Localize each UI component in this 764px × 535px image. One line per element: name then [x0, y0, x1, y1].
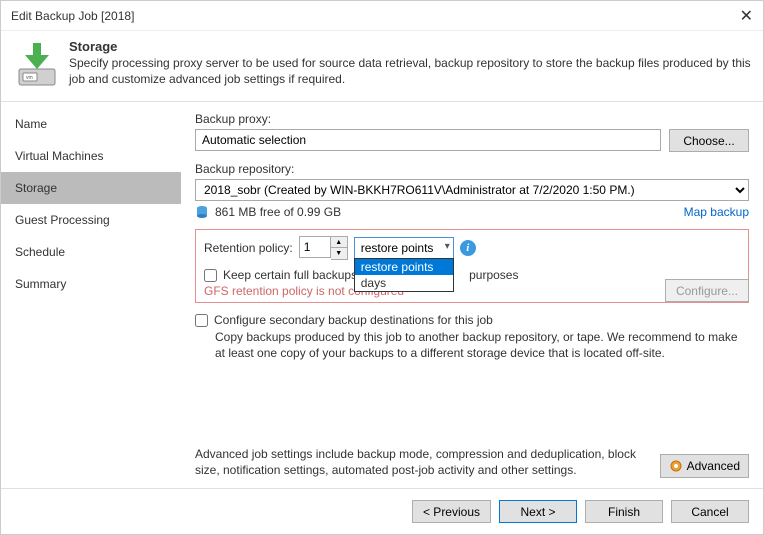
retention-down-button[interactable]: ▼ [331, 248, 347, 259]
retention-up-button[interactable]: ▲ [331, 237, 347, 248]
gear-icon [669, 459, 683, 473]
edit-backup-job-window: Edit Backup Job [2018] ✕ vm Storage Spec… [0, 0, 764, 535]
secondary-destinations-label: Configure secondary backup destinations … [214, 313, 493, 327]
sidebar-item-guest-processing[interactable]: Guest Processing [1, 204, 181, 236]
retention-unit-dropdown: restore points days [354, 258, 454, 292]
header-title: Storage [69, 39, 751, 54]
titlebar: Edit Backup Job [2018] ✕ [1, 1, 763, 31]
header: vm Storage Specify processing proxy serv… [1, 31, 763, 102]
retention-value-input[interactable] [299, 236, 331, 258]
keep-full-backups-checkbox[interactable] [204, 269, 217, 282]
header-desc: Specify processing proxy server to be us… [69, 56, 751, 87]
retention-label: Retention policy: [204, 241, 293, 255]
window-title: Edit Backup Job [2018] [11, 9, 134, 23]
svg-text:vm: vm [26, 75, 33, 81]
sidebar-item-virtual-machines[interactable]: Virtual Machines [1, 140, 181, 172]
header-text: Storage Specify processing proxy server … [69, 39, 751, 89]
sidebar-item-storage[interactable]: Storage [1, 172, 181, 204]
storage-icon: vm [13, 41, 61, 89]
backup-proxy-input[interactable] [195, 129, 661, 151]
sidebar-item-summary[interactable]: Summary [1, 268, 181, 300]
keep-full-backups-label-a: Keep certain full backups [223, 268, 357, 282]
sidebar: Name Virtual Machines Storage Guest Proc… [1, 102, 181, 488]
backup-repo-label: Backup repository: [195, 162, 749, 176]
info-icon[interactable]: i [460, 240, 476, 256]
finish-button[interactable]: Finish [585, 500, 663, 523]
cancel-button[interactable]: Cancel [671, 500, 749, 523]
body: Name Virtual Machines Storage Guest Proc… [1, 102, 763, 488]
previous-button[interactable]: < Previous [412, 500, 491, 523]
sidebar-item-name[interactable]: Name [1, 108, 181, 140]
retention-unit-combo[interactable] [354, 237, 454, 259]
free-space-text: 861 MB free of 0.99 GB [215, 205, 341, 219]
retention-spinner[interactable]: ▲ ▼ [299, 236, 348, 260]
backup-repo-select[interactable]: 2018_sobr (Created by WIN-BKKH7RO611V\Ad… [195, 179, 749, 201]
keep-full-backups-label-b: purposes [469, 268, 518, 282]
map-backup-link[interactable]: Map backup [684, 205, 749, 219]
backup-proxy-label: Backup proxy: [195, 112, 749, 126]
retention-option-days[interactable]: days [355, 275, 453, 291]
retention-option-restore-points[interactable]: restore points [355, 259, 453, 275]
content: Backup proxy: Choose... Backup repositor… [181, 102, 763, 488]
sidebar-item-schedule[interactable]: Schedule [1, 236, 181, 268]
disk-icon [195, 205, 209, 219]
advanced-button[interactable]: Advanced [660, 454, 749, 478]
next-button[interactable]: Next > [499, 500, 577, 523]
configure-gfs-button: Configure... [665, 279, 749, 302]
footer: < Previous Next > Finish Cancel [1, 488, 763, 534]
secondary-destinations-checkbox[interactable] [195, 314, 208, 327]
choose-proxy-button[interactable]: Choose... [669, 129, 749, 152]
advanced-settings-text: Advanced job settings include backup mod… [195, 446, 650, 478]
secondary-destinations-desc: Copy backups produced by this job to ano… [215, 329, 749, 361]
close-icon[interactable]: ✕ [740, 6, 753, 26]
gfs-warning-text: GFS retention policy is not configured [204, 284, 740, 298]
